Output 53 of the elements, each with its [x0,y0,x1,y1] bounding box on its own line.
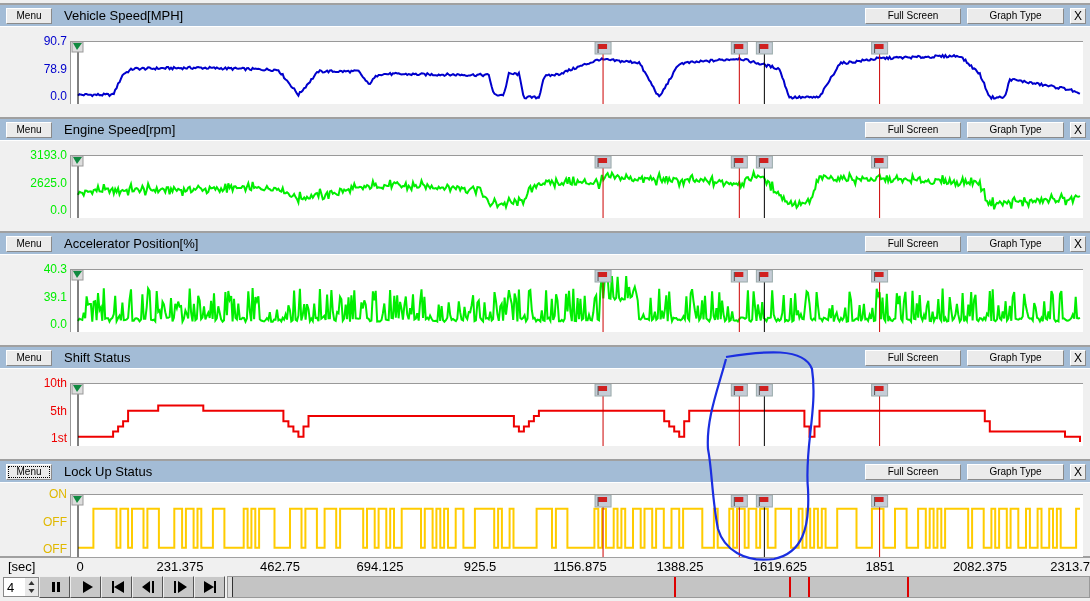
axis-label: OFF [43,515,67,529]
tick-label: 694.125 [355,559,405,574]
tick-label: 2082.375 [951,559,1009,574]
graph-type-button[interactable]: Graph Type [967,121,1064,138]
graph-type-button[interactable]: Graph Type [967,463,1064,480]
full-screen-button[interactable]: Full Screen [865,121,961,138]
axis-label: 0.0 [50,318,67,331]
axis-label: 2625.0 [30,176,67,190]
full-screen-button[interactable]: Full Screen [865,463,961,480]
full-screen-button[interactable]: Full Screen [865,235,961,252]
speed-spinner[interactable]: 4 [3,577,39,597]
tick-label: 1156.875 [552,559,608,574]
graph-title: Lock Up Status [64,464,154,479]
full-screen-button[interactable]: Full Screen [865,349,961,366]
graph-title: Vehicle Speed[MPH] [64,8,185,23]
axis-label: 40.3 [43,263,67,276]
tick-label: 1388.25 [655,559,705,574]
menu-button[interactable]: Menu [6,349,52,366]
close-button[interactable]: X [1070,121,1086,138]
graph-type-button[interactable]: Graph Type [967,235,1064,252]
menu-button[interactable]: Menu [6,7,52,24]
graph-title: Engine Speed[rpm] [64,122,177,137]
graph-title: Accelerator Position[%] [64,236,200,251]
axis-label: 78.9 [43,62,67,76]
menu-button[interactable]: Menu [6,463,52,480]
axis-label: 39.1 [43,290,67,304]
full-screen-button[interactable]: Full Screen [865,7,961,24]
tick-label: 231.375 [155,559,205,574]
unit-label: [sec] [7,559,37,574]
tick-label: 462.75 [259,559,301,574]
close-button[interactable]: X [1070,7,1086,24]
tick-label: 1619.625 [751,559,809,574]
tick-label: 2313.7 [1049,559,1090,574]
axis-label: OFF [43,543,67,556]
axis-label: 0.0 [50,90,67,103]
close-button[interactable]: X [1070,235,1086,252]
tick-label: 925.5 [462,559,498,574]
axis-label: 90.7 [43,35,67,48]
graph-type-button[interactable]: Graph Type [967,349,1064,366]
menu-button[interactable]: Menu [6,235,52,252]
axis-label: ON [49,488,67,501]
axis-label: 3193.0 [30,149,67,162]
tick-label: 1851 [864,559,896,574]
axis-label: 10th [43,377,67,390]
close-button[interactable]: X [1070,463,1086,480]
axis-label: 5th [50,404,67,418]
menu-button[interactable]: Menu [6,121,52,138]
tick-label: 0 [75,559,85,574]
graph-title: Shift Status [64,350,132,365]
close-button[interactable]: X [1070,349,1086,366]
axis-label: 1st [51,432,67,445]
axis-label: 0.0 [50,204,67,217]
graph-type-button[interactable]: Graph Type [967,7,1064,24]
